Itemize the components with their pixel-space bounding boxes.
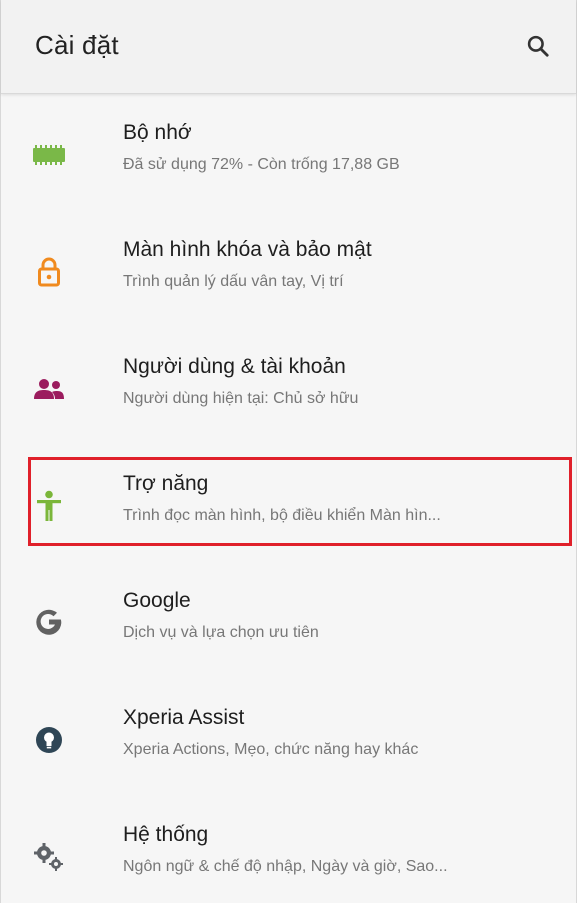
settings-item-label: Hệ thống (123, 823, 209, 846)
settings-screen: Cài đặt Bộ nhớ Đã sử dụng 72% - Còn trốn… (0, 0, 577, 903)
settings-item-label: Người dùng & tài khoản (123, 355, 346, 378)
settings-item-summary: Ngôn ngữ & chế độ nhập, Ngày và giờ, Sao… (123, 858, 448, 875)
settings-item-summary: Dịch vụ và lựa chọn ưu tiên (123, 624, 319, 641)
lock-icon (31, 254, 67, 290)
storage-icon (31, 137, 67, 173)
settings-item-summary: Đã sử dụng 72% - Còn trống 17,88 GB (123, 156, 400, 173)
google-icon (31, 605, 67, 641)
settings-item-google[interactable]: Google Dịch vụ và lựa chọn ưu tiên (1, 563, 576, 680)
users-icon (31, 371, 67, 407)
settings-item-summary: Trình đọc màn hình, bộ điều khiển Màn hì… (123, 507, 441, 524)
settings-item-lock-security[interactable]: Màn hình khóa và bảo mật Trình quản lý d… (1, 212, 576, 329)
settings-item-label: Bộ nhớ (123, 121, 192, 144)
settings-item-label: Google (123, 589, 191, 612)
settings-item-storage[interactable]: Bộ nhớ Đã sử dụng 72% - Còn trống 17,88 … (1, 95, 576, 212)
settings-item-label: Màn hình khóa và bảo mật (123, 238, 372, 261)
settings-item-label: Xperia Assist (123, 706, 245, 729)
settings-item-label: Trợ năng (123, 472, 209, 495)
settings-item-summary: Trình quản lý dấu vân tay, Vị trí (123, 273, 344, 290)
settings-item-xperia-assist[interactable]: Xperia Assist Xperia Actions, Mẹo, chức … (1, 680, 576, 797)
accessibility-icon (31, 488, 67, 524)
settings-list: Bộ nhớ Đã sử dụng 72% - Còn trống 17,88 … (1, 95, 576, 903)
xperia-assist-icon (31, 722, 67, 758)
settings-item-users-accounts[interactable]: Người dùng & tài khoản Người dùng hiện t… (1, 329, 576, 446)
page-title: Cài đặt (35, 30, 119, 60)
app-bar: Cài đặt (1, 0, 576, 94)
settings-item-accessibility[interactable]: Trợ năng Trình đọc màn hình, bộ điều khi… (1, 446, 576, 563)
settings-item-system[interactable]: Hệ thống Ngôn ngữ & chế độ nhập, Ngày và… (1, 797, 576, 903)
settings-item-summary: Xperia Actions, Mẹo, chức năng hay khác (123, 741, 419, 758)
settings-item-summary: Người dùng hiện tại: Chủ sở hữu (123, 390, 359, 407)
search-button[interactable] (522, 30, 554, 62)
gears-icon (31, 839, 67, 875)
search-icon (527, 35, 549, 57)
